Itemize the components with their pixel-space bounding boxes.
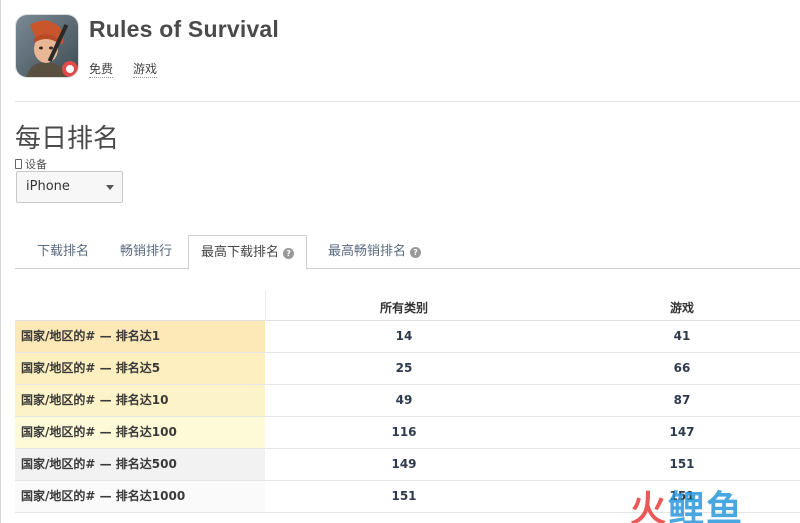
row-label: 国家/地区的# — 排名达10 <box>15 385 265 416</box>
app-title: Rules of Survival <box>89 16 280 42</box>
cell-games: 87 <box>673 393 691 407</box>
cell-all-categories: 14 <box>395 329 413 343</box>
cell-all-categories: 116 <box>391 425 417 439</box>
device-label: 设备 <box>15 156 47 172</box>
app-tags: 免费 游戏 <box>89 60 158 78</box>
section-title: 每日排名 <box>15 124 120 154</box>
left-border <box>0 0 1 523</box>
help-icon[interactable]: ? <box>410 247 422 258</box>
column-header-games: 游戏 <box>669 301 694 315</box>
device-select-value: iPhone <box>26 179 70 194</box>
chevron-down-icon <box>106 185 114 190</box>
row-label: 国家/地区的# — 排名达500 <box>15 449 265 480</box>
row-label: 国家/地区的# — 排名达1 <box>15 321 265 352</box>
cell-all-categories: 25 <box>395 361 413 375</box>
app-icon[interactable] <box>15 14 79 78</box>
table-header: 所有类别 游戏 <box>15 290 800 321</box>
tab-download-rank[interactable]: 下载排名 <box>25 235 101 269</box>
table-row: 国家/地区的# — 排名达5 25 66 <box>15 353 800 385</box>
cell-games: 66 <box>673 361 691 375</box>
tag-category[interactable]: 游戏 <box>133 60 158 78</box>
device-select[interactable]: iPhone <box>16 171 123 203</box>
tab-top-download-rank[interactable]: 最高下载排名? <box>188 235 308 270</box>
watermark-logo: 火鲤鱼 <box>630 489 745 523</box>
device-label-text: 设备 <box>25 158 47 171</box>
cell-all-categories: 149 <box>391 457 417 471</box>
rank-tabs: 下载排名 畅销排行 最高下载排名? 最高畅销排名? <box>15 235 800 270</box>
help-icon[interactable]: ? <box>283 248 295 259</box>
tab-grossing-rank[interactable]: 畅销排行 <box>108 235 184 269</box>
cell-games: 41 <box>673 329 691 343</box>
table-row: 国家/地区的# — 排名达500 149 151 <box>15 449 800 481</box>
row-label: 国家/地区的# — 排名达1000 <box>15 481 265 512</box>
row-label: 国家/地区的# — 排名达100 <box>15 417 265 448</box>
cell-all-categories: 49 <box>395 393 413 407</box>
tag-price[interactable]: 免费 <box>89 60 114 78</box>
header-divider <box>15 101 800 102</box>
tab-top-grossing-rank[interactable]: 最高畅销排名? <box>316 235 433 269</box>
cell-all-categories: 151 <box>391 489 417 503</box>
column-header-all-categories: 所有类别 <box>379 301 428 315</box>
device-icon <box>15 159 22 169</box>
table-row: 国家/地区的# — 排名达1 14 41 <box>15 321 800 353</box>
cell-games: 151 <box>669 457 695 471</box>
table-row: 国家/地区的# — 排名达100 116 147 <box>15 417 800 449</box>
cell-games: 147 <box>669 425 695 439</box>
table-row: 国家/地区的# — 排名达10 49 87 <box>15 385 800 417</box>
row-label: 国家/地区的# — 排名达5 <box>15 353 265 384</box>
